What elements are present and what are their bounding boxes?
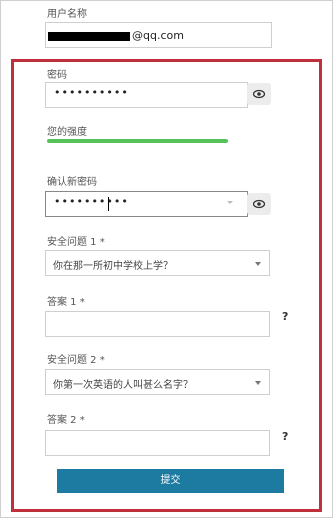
security-question-2-value: 你第一次英语的人叫甚么名字？ <box>53 380 193 391</box>
eye-icon <box>253 199 265 209</box>
redacted-block <box>48 32 130 41</box>
confirm-password-label: 确认新密码 <box>47 177 97 188</box>
username-label: 用户名称 <box>47 9 87 20</box>
security-question-1-label: 安全问题 1 * <box>47 237 105 248</box>
help-icon[interactable]: ? <box>282 310 288 323</box>
security-question-1-select[interactable]: 你在那一所初中学校上学？ <box>45 250 270 276</box>
chevron-down-icon <box>255 262 261 266</box>
eye-icon <box>253 89 265 99</box>
answer-2-field[interactable] <box>45 430 270 456</box>
username-email-suffix: @qq.com <box>132 29 184 42</box>
password-strength-bar <box>47 139 228 143</box>
chevron-down-icon <box>227 201 233 204</box>
strength-label: 您的强度 <box>47 127 87 138</box>
help-icon[interactable]: ? <box>282 430 288 443</box>
password-field[interactable]: •••••••••• <box>45 82 248 108</box>
password-label: 密码 <box>47 70 67 81</box>
show-confirm-password-button[interactable] <box>247 193 271 215</box>
submit-button[interactable]: 提交 <box>57 469 284 493</box>
answer-2-label: 答案 2 * <box>47 415 85 426</box>
text-cursor <box>108 197 109 211</box>
security-question-2-label: 安全问题 2 * <box>47 355 105 366</box>
confirm-password-field[interactable]: •••••••••• <box>45 191 248 217</box>
username-field[interactable]: @qq.com <box>45 22 272 48</box>
security-question-2-select[interactable]: 你第一次英语的人叫甚么名字？ <box>45 369 270 395</box>
chevron-down-icon <box>255 381 261 385</box>
answer-1-label: 答案 1 * <box>47 297 85 308</box>
password-value: •••••••••• <box>54 86 129 99</box>
security-question-1-value: 你在那一所初中学校上学？ <box>53 261 173 272</box>
show-password-button[interactable] <box>247 83 271 105</box>
answer-1-field[interactable] <box>45 311 270 337</box>
confirm-password-value: •••••••••• <box>54 195 129 208</box>
